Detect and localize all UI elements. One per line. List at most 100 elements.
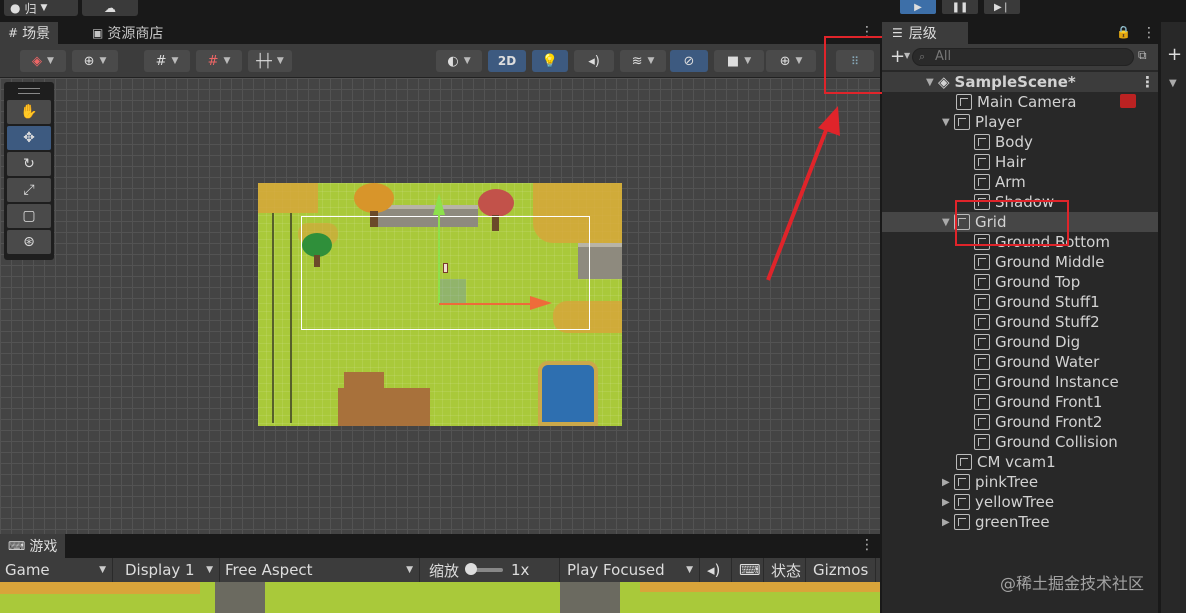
visibility-toggle[interactable]: ⊘ (670, 50, 708, 72)
gizmos-dropdown[interactable]: ⊕ ▼ (766, 50, 816, 72)
hierarchy-item[interactable]: ▶ pinkTree (882, 472, 1158, 492)
global-toggle[interactable]: ⊕ ▼ (72, 50, 118, 72)
hierarchy-item[interactable]: Arm (882, 172, 1158, 192)
cloud-button[interactable]: ☁ (82, 0, 138, 16)
shading-icon: ◐ (447, 53, 459, 69)
mute-toggle[interactable]: ◂) (702, 558, 732, 582)
hierarchy-item[interactable]: Ground Instance (882, 372, 1158, 392)
camera-dropdown[interactable]: ■ ▼ (714, 50, 764, 72)
collapse-arrow-icon[interactable]: ▶ (942, 497, 954, 508)
grid-snap-dropdown[interactable]: # ▼ (144, 50, 190, 72)
scene-viewport[interactable]: ✋ ✥ ↻ ⤢ ▢ ⊛ (0, 36, 888, 534)
hierarchy-item[interactable]: Body (882, 132, 1158, 152)
tab-scene[interactable]: # 场景 (0, 22, 59, 44)
transform-tool[interactable]: ⊛ (7, 230, 51, 254)
hierarchy-scene-row[interactable]: ▼ ◈ SampleScene* ⋮ (882, 72, 1158, 92)
hierarchy-item[interactable]: Ground Front2 (882, 412, 1158, 432)
gizmo-plane-handle[interactable] (440, 279, 466, 303)
search-options-icon[interactable]: ⧉ (1138, 48, 1147, 63)
stone-wall (215, 582, 265, 613)
hierarchy-item[interactable]: ▶ yellowTree (882, 492, 1158, 512)
hierarchy-item[interactable]: Ground Stuff2 (882, 312, 1158, 332)
add-icon[interactable]: + (890, 46, 905, 67)
expand-arrow-icon[interactable]: ▼ (942, 217, 954, 228)
tilemap-scene[interactable] (258, 183, 622, 426)
scale-slider[interactable] (465, 563, 504, 575)
gizmo-x-axis[interactable] (439, 303, 531, 305)
scene-more-icon[interactable]: ⋮ (1140, 73, 1155, 91)
rotate-tool[interactable]: ↻ (7, 152, 51, 176)
stats-toggle[interactable]: 状态 (766, 558, 806, 582)
hierarchy-more-icon[interactable]: ⋮ (1142, 25, 1156, 41)
hierarchy-item[interactable]: Ground Stuff1 (882, 292, 1158, 312)
hierarchy-item[interactable]: CM vcam1 (882, 452, 1158, 472)
snap-increment-dropdown[interactable]: # ▼ (196, 50, 242, 72)
gizmo-icon: ⊕ (779, 53, 791, 69)
display-mode-value: Game (5, 561, 50, 579)
lighting-toggle[interactable]: 💡 (532, 50, 568, 72)
effects-dropdown[interactable]: ≋ ▼ (620, 50, 666, 72)
gamepad-icon: ⌨ (8, 539, 26, 553)
hierarchy-item-label: yellowTree (975, 493, 1055, 511)
scale-tool[interactable]: ⤢ (7, 178, 51, 202)
hierarchy-item[interactable]: ▼ Player (882, 112, 1158, 132)
hierarchy-item[interactable]: Ground Middle (882, 252, 1158, 272)
tab-game[interactable]: ⌨ 游戏 (0, 534, 66, 558)
rect-tool[interactable]: ▢ (7, 204, 51, 228)
palette-grip[interactable] (18, 88, 40, 94)
hierarchy-item[interactable]: Ground Collision (882, 432, 1158, 452)
hierarchy-item[interactable]: Ground Dig (882, 332, 1158, 352)
aspect-dropdown[interactable]: Free Aspect ▼ (220, 558, 420, 582)
hierarchy-item-label: Ground Stuff1 (995, 293, 1100, 311)
expand-arrow-icon[interactable]: ▼ (926, 77, 938, 88)
shading-dropdown[interactable]: ◐ ▼ (436, 50, 482, 72)
grid-icon: # (8, 26, 19, 40)
audio-icon: ◂) (588, 53, 600, 69)
game-more-icon[interactable]: ⋮ (860, 538, 874, 552)
hierarchy-item[interactable]: ▶ greenTree (882, 512, 1158, 532)
chevron-down-icon[interactable]: ▼ (904, 51, 910, 60)
expand-arrow-icon[interactable]: ▼ (1169, 78, 1177, 89)
hierarchy-item-label: Ground Front1 (995, 393, 1103, 411)
shortcut-toggle[interactable]: ⌨ (734, 558, 764, 582)
lock-icon[interactable]: 🔒 (1116, 25, 1131, 39)
game-view[interactable] (0, 582, 880, 613)
gizmo-y-arrow[interactable] (433, 193, 445, 215)
display-mode-dropdown[interactable]: Game ▼ (0, 558, 113, 582)
player-sprite[interactable] (443, 263, 448, 273)
gameobject-cube-icon (974, 314, 990, 330)
mode-2d-toggle[interactable]: 2D (488, 50, 526, 72)
main-toolbar: ● 归 ▼ ☁ ▶ ❚❚ ▶❘ (0, 0, 1186, 20)
tab-asset-store[interactable]: ▣ 资源商店 (84, 22, 171, 44)
hierarchy-item[interactable]: Ground Water (882, 352, 1158, 372)
step-button[interactable]: ▶❘ (984, 0, 1020, 14)
add-icon[interactable]: + (1167, 44, 1182, 65)
slider-thumb[interactable] (465, 563, 478, 575)
hierarchy-item[interactable]: Ground Top (882, 272, 1158, 292)
hierarchy-panel: ☰ 层级 🔒 ⋮ + ▼ ⌕ All ⧉ ▼ ◈ SampleScene* ⋮ … (882, 22, 1158, 613)
gizmo-x-arrow[interactable] (530, 296, 552, 310)
hand-tool[interactable]: ✋ (7, 100, 51, 124)
move-tool[interactable]: ✥ (7, 126, 51, 150)
expand-arrow-icon[interactable]: ▼ (942, 117, 954, 128)
chevron-down-icon: ▼ (206, 565, 213, 575)
collapse-arrow-icon[interactable]: ▶ (942, 477, 954, 488)
gizmos-toggle[interactable]: Gizmos (808, 558, 876, 582)
hierarchy-item[interactable]: Main Camera (882, 92, 1158, 112)
hierarchy-item[interactable]: Ground Front1 (882, 392, 1158, 412)
display-dropdown[interactable]: Display 1 ▼ (120, 558, 220, 582)
scene-name: SampleScene* (954, 73, 1076, 91)
tab-hierarchy[interactable]: ☰ 层级 (882, 22, 968, 44)
hierarchy-item[interactable]: Hair (882, 152, 1158, 172)
play-button[interactable]: ▶ (900, 0, 936, 14)
pause-button[interactable]: ❚❚ (942, 0, 978, 14)
game-toolbar: Game ▼ Display 1 ▼ Free Aspect ▼ 缩放 1x Play… (0, 558, 880, 582)
account-dropdown[interactable]: ● 归 ▼ (4, 0, 78, 16)
collapse-arrow-icon[interactable]: ▶ (942, 517, 954, 528)
ruler-dropdown[interactable]: ┼┼ ▼ (248, 50, 292, 72)
draw-mode-dropdown[interactable]: ◈ ▼ (20, 50, 66, 72)
audio-toggle[interactable]: ◂) (574, 50, 614, 72)
hierarchy-search-input[interactable]: ⌕ All (912, 48, 1134, 66)
play-mode-dropdown[interactable]: Play Focused ▼ (562, 558, 700, 582)
hierarchy-item-label: Body (995, 133, 1033, 151)
